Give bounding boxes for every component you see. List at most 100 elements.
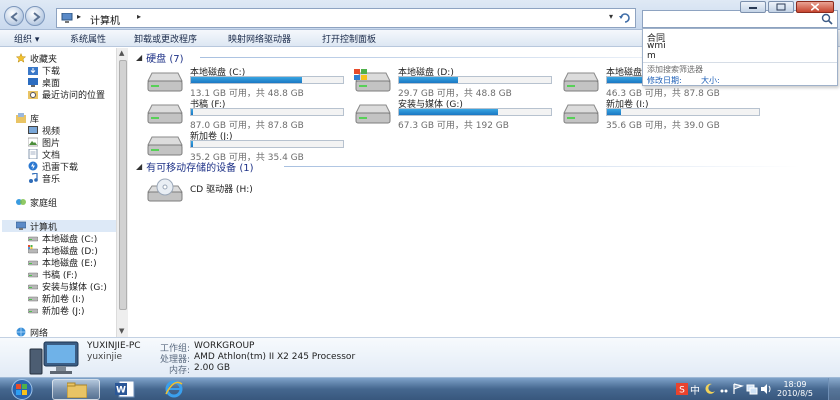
drive-usage-bar — [606, 108, 760, 116]
documents-icon — [28, 149, 38, 159]
nav-item-drive-g[interactable]: 安装与媒体 (G:) — [28, 280, 107, 293]
search-suggestion[interactable]: m — [647, 51, 656, 61]
collapse-icon[interactable]: ◢ — [136, 162, 142, 171]
scroll-thumb[interactable] — [119, 60, 127, 310]
nav-item-drive-j[interactable]: 新加卷 (J:) — [28, 304, 85, 317]
svg-text:W: W — [116, 386, 126, 396]
thunder-icon — [28, 161, 38, 171]
word-icon: W — [115, 380, 135, 398]
computer-icon — [61, 13, 73, 23]
punctuation-icon[interactable] — [718, 383, 730, 395]
open-control-panel-button[interactable]: 打开控制面板 — [322, 32, 376, 45]
uninstall-program-button[interactable]: 卸载或更改程序 — [134, 32, 197, 45]
flag-icon[interactable] — [732, 383, 744, 395]
hard-drive-icon — [28, 272, 38, 278]
start-button[interactable] — [2, 379, 42, 400]
dropdown-divider — [643, 62, 837, 63]
drive-usage-bar — [190, 108, 344, 116]
memory-label: 内存: — [168, 366, 190, 376]
nav-item-pictures[interactable]: 图片 — [28, 136, 60, 149]
taskbar-explorer-button[interactable] — [52, 379, 100, 400]
close-button[interactable] — [796, 1, 834, 13]
breadcrumb-computer[interactable]: 计算机 — [90, 12, 120, 27]
workgroup-value: WORKGROUP — [194, 341, 255, 351]
ime-mode-label[interactable]: 中 — [690, 382, 700, 397]
moon-icon[interactable] — [704, 383, 716, 395]
breadcrumb-chevron-icon[interactable]: ▸ — [137, 12, 141, 21]
navigation-pane: 收藏夹 下载 桌面 最近访问的位置 库 视频 图片 文档 迅雷下载 音乐 家庭组 — [0, 48, 116, 337]
scroll-down-icon[interactable]: ▼ — [119, 327, 124, 335]
drive-g[interactable]: 安装与媒体 (G:) 67.3 GB 可用，共 192 GB — [354, 97, 554, 131]
library-icon — [16, 113, 26, 123]
taskbar: W S 中 18:09 2010/8/5 — [0, 377, 840, 400]
show-desktop-button[interactable] — [828, 378, 840, 400]
internet-explorer-icon — [165, 380, 183, 398]
group-divider — [284, 166, 800, 167]
maximize-button[interactable] — [768, 1, 794, 13]
sogou-ime-icon[interactable]: S — [676, 383, 688, 395]
system-properties-button[interactable]: 系统属性 — [70, 32, 106, 45]
organize-button[interactable]: 组织 ▾ — [14, 32, 39, 45]
nav-item-downloads[interactable]: 下载 — [28, 64, 60, 77]
drive-i[interactable]: 新加卷 (I:) 35.6 GB 可用，共 39.0 GB — [562, 97, 762, 131]
breadcrumb-chevron-icon[interactable]: ▸ — [77, 12, 81, 21]
nav-item-drive-f[interactable]: 书稿 (F:) — [28, 268, 77, 281]
minimize-button[interactable] — [740, 1, 766, 13]
forward-button[interactable] — [25, 6, 45, 26]
network-tray-icon[interactable] — [746, 383, 758, 395]
cd-drive-icon — [147, 178, 183, 202]
collapse-icon[interactable]: ◢ — [136, 53, 142, 62]
nav-homegroup[interactable]: 家庭组 — [16, 196, 57, 209]
hard-drive-icon — [28, 308, 38, 314]
clock[interactable]: 18:09 2010/8/5 — [766, 380, 824, 398]
downloads-folder-icon — [28, 67, 38, 75]
drive-d[interactable]: 本地磁盘 (D:) 29.7 GB 可用，共 48.8 GB — [354, 65, 554, 99]
nav-item-drive-i[interactable]: 新加卷 (I:) — [28, 292, 85, 305]
drive-f[interactable]: 书稿 (F:) 87.0 GB 可用，共 87.8 GB — [146, 97, 346, 131]
refresh-icon[interactable] — [617, 10, 633, 26]
nav-network[interactable]: 网络 — [16, 326, 48, 337]
group-header-removable[interactable]: ◢ 有可移动存储的设备 (1) — [136, 159, 254, 174]
nav-item-desktop[interactable]: 桌面 — [28, 76, 60, 89]
title-bar: ▸ 计算机 ▸ ▾ — [0, 0, 840, 30]
nav-item-documents[interactable]: 文档 — [28, 148, 60, 161]
address-bar[interactable]: ▸ 计算机 ▸ ▾ — [56, 8, 636, 28]
nav-item-drive-e[interactable]: 本地磁盘 (E:) — [28, 256, 97, 269]
filter-date-modified-link[interactable]: 修改日期: — [647, 75, 682, 86]
hard-drive-icon — [28, 236, 38, 242]
taskbar-ie-button[interactable] — [150, 379, 198, 400]
nav-favorites[interactable]: 收藏夹 — [16, 52, 57, 65]
nav-item-recent-places[interactable]: 最近访问的位置 — [28, 88, 106, 101]
content-pane: ◢ 硬盘 (7) 本地磁盘 (C:) 13.1 GB 可用，共 48.8 GB … — [128, 48, 840, 337]
group-header-hard-disks[interactable]: ◢ 硬盘 (7) — [136, 50, 184, 65]
search-suggestion[interactable]: wmi — [647, 41, 666, 51]
nav-item-label: 新加卷 (J:) — [42, 306, 85, 317]
drive-usage-bar — [190, 140, 344, 148]
windows-drive-icon — [28, 245, 38, 254]
memory-value: 2.00 GB — [194, 363, 231, 373]
taskbar-word-button[interactable]: W — [101, 379, 149, 400]
drive-j[interactable]: 新加卷 (J:) 35.2 GB 可用，共 35.4 GB — [146, 129, 346, 163]
address-dropdown-icon[interactable]: ▾ — [609, 12, 613, 21]
drive-h-cd[interactable]: CD 驱动器 (H:) — [146, 174, 346, 208]
filter-size-link[interactable]: 大小: — [701, 75, 720, 86]
hard-drive-icon — [28, 296, 38, 302]
nav-item-music[interactable]: 音乐 — [28, 172, 60, 185]
map-network-drive-button[interactable]: 映射网络驱动器 — [228, 32, 291, 45]
nav-item-drive-c[interactable]: 本地磁盘 (C:) — [28, 232, 97, 245]
drive-c[interactable]: 本地磁盘 (C:) 13.1 GB 可用，共 48.8 GB — [146, 65, 346, 99]
nav-item-thunder-downloads[interactable]: 迅雷下载 — [28, 160, 78, 173]
back-button[interactable] — [4, 6, 24, 26]
nav-computer[interactable]: 计算机 — [2, 220, 116, 233]
hard-drive-icon — [355, 104, 391, 124]
scroll-up-icon[interactable]: ▲ — [119, 49, 124, 57]
nav-libraries[interactable]: 库 — [16, 112, 39, 125]
drive-usage-fill — [399, 109, 498, 115]
nav-item-label: 最近访问的位置 — [42, 90, 106, 101]
search-icon[interactable] — [821, 13, 833, 28]
nav-item-videos[interactable]: 视频 — [28, 124, 60, 137]
details-pane: YUXINJIE-PC yuxinjie 工作组: WORKGROUP 处理器:… — [0, 337, 840, 377]
nav-scrollbar[interactable]: ▲ ▼ — [116, 48, 128, 337]
drive-usage-fill — [191, 109, 193, 115]
nav-item-drive-d[interactable]: 本地磁盘 (D:) — [28, 244, 98, 257]
